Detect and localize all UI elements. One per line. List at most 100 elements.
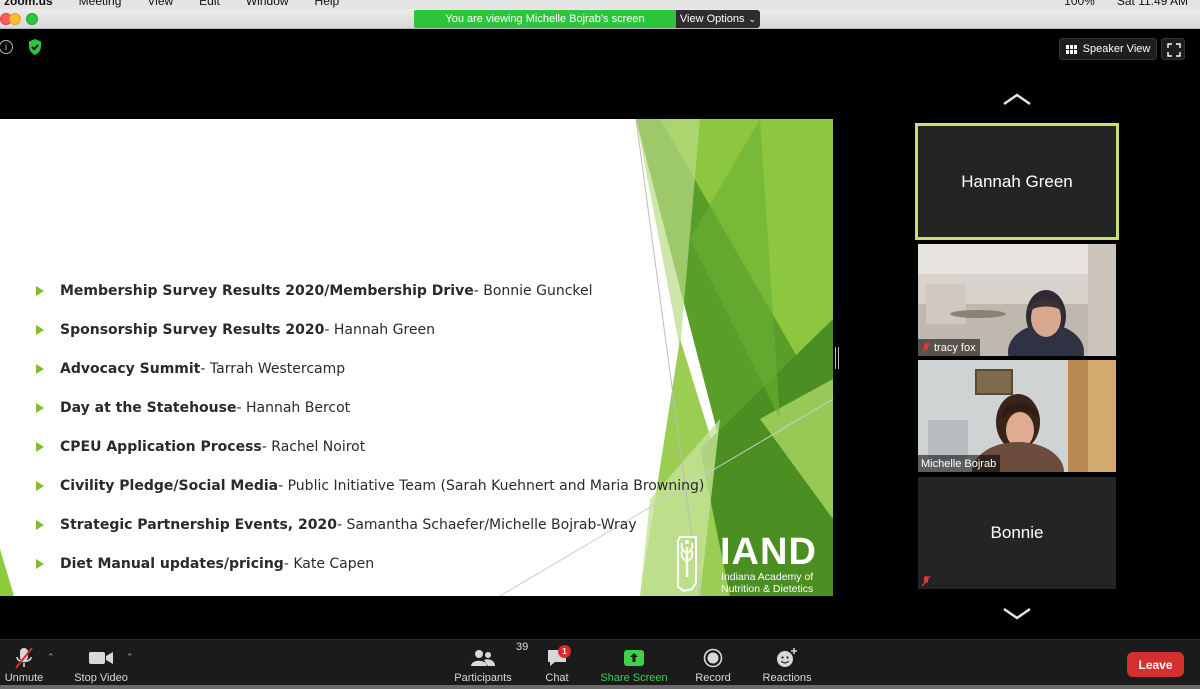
record-label: Record — [695, 672, 731, 684]
agenda-presenter: - Rachel Noirot — [261, 438, 366, 455]
agenda-topic: Day at the Statehouse — [60, 399, 237, 416]
agenda-list: Membership Survey Results 2020/Membershi… — [36, 271, 704, 584]
chat-label: Chat — [545, 672, 569, 684]
agenda-presenter: - Bonnie Gunckel — [473, 282, 593, 299]
encryption-shield-icon[interactable] — [27, 38, 43, 56]
panel-resize-handle[interactable] — [835, 347, 839, 369]
record-icon — [703, 648, 723, 668]
agenda-presenter: - Kate Capen — [283, 556, 375, 573]
agenda-item: Sponsorship Survey Results 2020 - Hannah… — [36, 310, 704, 349]
iand-subtitle-line1: Indiana Academy of — [721, 571, 814, 583]
view-options-button[interactable]: View Options ⌄ — [676, 10, 760, 28]
agenda-item: Membership Survey Results 2020/Membershi… — [36, 271, 704, 310]
agenda-presenter: - Tarrah Westercamp — [200, 360, 346, 377]
video-tile-michelle-bojrab[interactable]: Michelle Bojrab — [918, 360, 1116, 472]
iand-logo-subtitle: Indiana Academy of Nutrition & Dietetics — [721, 571, 813, 595]
agenda-item: Strategic Partnership Events, 2020 - Sam… — [36, 506, 704, 545]
menu-edit[interactable]: Edit — [199, 0, 220, 8]
bullet-triangle-icon — [36, 520, 44, 531]
bullet-triangle-icon — [36, 285, 44, 296]
chat-unread-badge: 1 — [558, 645, 571, 658]
speaker-view-button[interactable]: Speaker View — [1059, 38, 1157, 60]
shared-screen-slide: Membership Survey Results 2020/Membershi… — [0, 119, 833, 596]
participant-name: Bonnie — [990, 523, 1044, 542]
leave-meeting-button[interactable]: Leave — [1127, 652, 1184, 677]
chevron-down-icon: ⌄ — [748, 13, 757, 24]
participant-name-label: tracy fox — [918, 339, 980, 356]
agenda-presenter: - Hannah Bercot — [236, 399, 351, 416]
iand-subtitle-line2: Nutrition & Dietetics — [721, 583, 814, 595]
record-button[interactable]: Record — [692, 640, 734, 689]
participant-name: tracy fox — [934, 341, 976, 354]
participant-name: Hannah Green — [961, 171, 1073, 191]
agenda-topic: Advocacy Summit — [60, 360, 201, 377]
agenda-item: Diet Manual updates/pricing - Kate Capen — [36, 545, 704, 584]
reactions-label: Reactions — [762, 672, 812, 684]
menu-app-name[interactable]: zoom.us — [4, 0, 53, 8]
microphone-muted-icon — [15, 647, 33, 669]
viewing-screen-banner: You are viewing Michelle Bojrab's screen — [414, 10, 676, 28]
agenda-item: Advocacy Summit - Tarrah Westercamp — [36, 349, 704, 388]
agenda-presenter: - Hannah Green — [324, 321, 436, 338]
menu-window[interactable]: Window — [246, 0, 289, 8]
agenda-topic: Diet Manual updates/pricing — [60, 556, 284, 573]
agenda-presenter: - Public Initiative Team (Sarah Kuehnert… — [278, 478, 705, 495]
agenda-item: Civility Pledge/Social Media - Public In… — [36, 466, 704, 505]
menu-help[interactable]: Help — [315, 0, 340, 8]
mic-muted-icon — [921, 342, 931, 353]
agenda-presenter: - Samantha Schaefer/Michelle Bojrab-Wray — [336, 517, 637, 534]
bullet-triangle-icon — [36, 559, 44, 570]
video-camera-icon — [89, 652, 113, 664]
reactions-button[interactable]: Reactions — [758, 640, 816, 689]
stop-video-label: Stop Video — [74, 672, 128, 684]
menu-meeting[interactable]: Meeting — [79, 0, 122, 8]
agenda-topic: Civility Pledge/Social Media — [60, 478, 279, 495]
video-options-chevron-icon[interactable]: ⌃ — [126, 652, 134, 663]
audio-options-chevron-icon[interactable]: ⌃ — [47, 652, 55, 663]
meeting-info-icon[interactable]: i — [0, 40, 13, 54]
video-tile-hannah-green[interactable]: Hannah Green — [915, 123, 1119, 240]
video-tile-bonnie[interactable]: Bonnie — [918, 477, 1116, 589]
iand-logo: IAND Indiana Academy of Nutrition & Diet… — [672, 531, 832, 595]
participants-label: Participants — [454, 672, 512, 684]
chat-button[interactable]: 1 Chat — [538, 640, 576, 689]
grid-icon — [1065, 44, 1077, 54]
agenda-topic: Membership Survey Results 2020/Membershi… — [60, 282, 474, 299]
mic-muted-icon — [921, 575, 931, 587]
zoom-window-button[interactable] — [26, 13, 38, 25]
bullet-triangle-icon — [36, 363, 44, 374]
menu-clock[interactable]: Sat 11:49 AM — [1117, 0, 1188, 8]
agenda-item: Day at the Statehouse - Hannah Bercot — [36, 388, 704, 427]
fullscreen-button[interactable] — [1161, 38, 1185, 60]
bullet-triangle-icon — [36, 441, 44, 452]
menu-view[interactable]: View — [147, 0, 173, 8]
leave-label: Leave — [1138, 657, 1173, 672]
agenda-topic: Strategic Partnership Events, 2020 — [60, 517, 337, 534]
speaker-view-label: Speaker View — [1082, 43, 1151, 55]
participants-button[interactable]: 39 Participants — [450, 640, 528, 689]
gallery-scroll-down-icon[interactable] — [1002, 607, 1032, 621]
participants-icon — [471, 650, 495, 666]
participant-name: Michelle Bojrab — [921, 457, 997, 470]
participants-count: 39 — [516, 641, 529, 653]
bullet-triangle-icon — [36, 324, 44, 335]
bullet-triangle-icon — [36, 402, 44, 413]
unmute-button[interactable]: Unmute — [2, 640, 46, 689]
agenda-topic: CPEU Application Process — [60, 438, 262, 455]
share-screen-label: Share Screen — [600, 672, 668, 684]
share-screen-button[interactable]: Share Screen — [598, 640, 670, 689]
minimize-window-button[interactable] — [9, 13, 21, 25]
agenda-topic: Sponsorship Survey Results 2020 — [60, 321, 325, 338]
fullscreen-icon — [1167, 43, 1181, 57]
stop-video-button[interactable]: Stop Video — [70, 640, 132, 689]
macos-menu-bar: zoom.us Meeting View Edit Window Help 10… — [0, 0, 1200, 9]
video-tile-tracy-fox[interactable]: tracy fox — [918, 244, 1116, 356]
unmute-label: Unmute — [4, 672, 44, 684]
bullet-triangle-icon — [36, 481, 44, 492]
smiley-plus-icon — [777, 648, 797, 667]
battery-percent: 100% — [1064, 0, 1095, 8]
gallery-scroll-up-icon[interactable] — [1002, 92, 1032, 106]
indiana-state-icon — [677, 536, 697, 593]
iand-logo-name: IAND — [720, 531, 817, 573]
view-options-label: View Options — [679, 13, 745, 25]
